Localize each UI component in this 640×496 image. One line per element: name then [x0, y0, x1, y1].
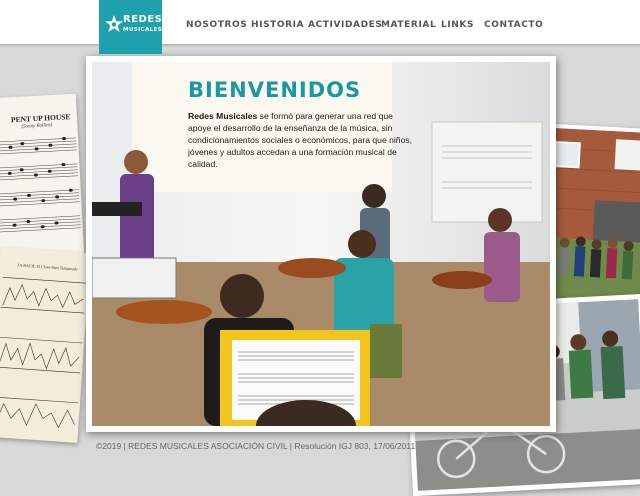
welcome-title: BIENVENIDOS	[188, 78, 362, 102]
nav-item-actividades[interactable]: ACTIVIDADES	[308, 20, 383, 30]
nav-item-contacto[interactable]: CONTACTO	[484, 20, 543, 30]
sheet-staves	[0, 136, 81, 233]
sheet-analysis-graph	[0, 276, 87, 429]
welcome-panel: BIENVENIDOS Redes Musicales se formó par…	[188, 78, 418, 170]
logo-text-redes: REDES	[123, 14, 163, 25]
music-sheet-bottom-left: J.S.BACH: El Clave Bien Temperado	[0, 247, 91, 443]
nav-item-material[interactable]: MATERIAL	[381, 20, 436, 30]
welcome-text: Redes Musicales se formó para generar un…	[188, 110, 418, 170]
nav-item-links[interactable]: LINKS	[441, 20, 474, 30]
welcome-brand: Redes Musicales	[188, 111, 258, 121]
main-photo-frame: BIENVENIDOS Redes Musicales se formó par…	[86, 56, 556, 432]
site-logo[interactable]: REDES MUSICALES	[99, 0, 162, 54]
footer-text: ©2019 | REDES MUSICALES ASOCIACIÓN CIVIL…	[96, 441, 416, 451]
music-sheet-top-left: PENT UP HOUSE (Sonny Rollins)	[0, 93, 85, 259]
logo-text-musicales: MUSICALES	[123, 27, 163, 33]
top-navigation-bar: NOSOTROS HISTORIA ACTIVIDADES MATERIAL L…	[0, 0, 640, 44]
star-icon	[105, 15, 123, 32]
nav-item-nosotros[interactable]: NOSOTROS	[186, 20, 247, 30]
nav-item-historia[interactable]: HISTORIA	[251, 20, 304, 30]
